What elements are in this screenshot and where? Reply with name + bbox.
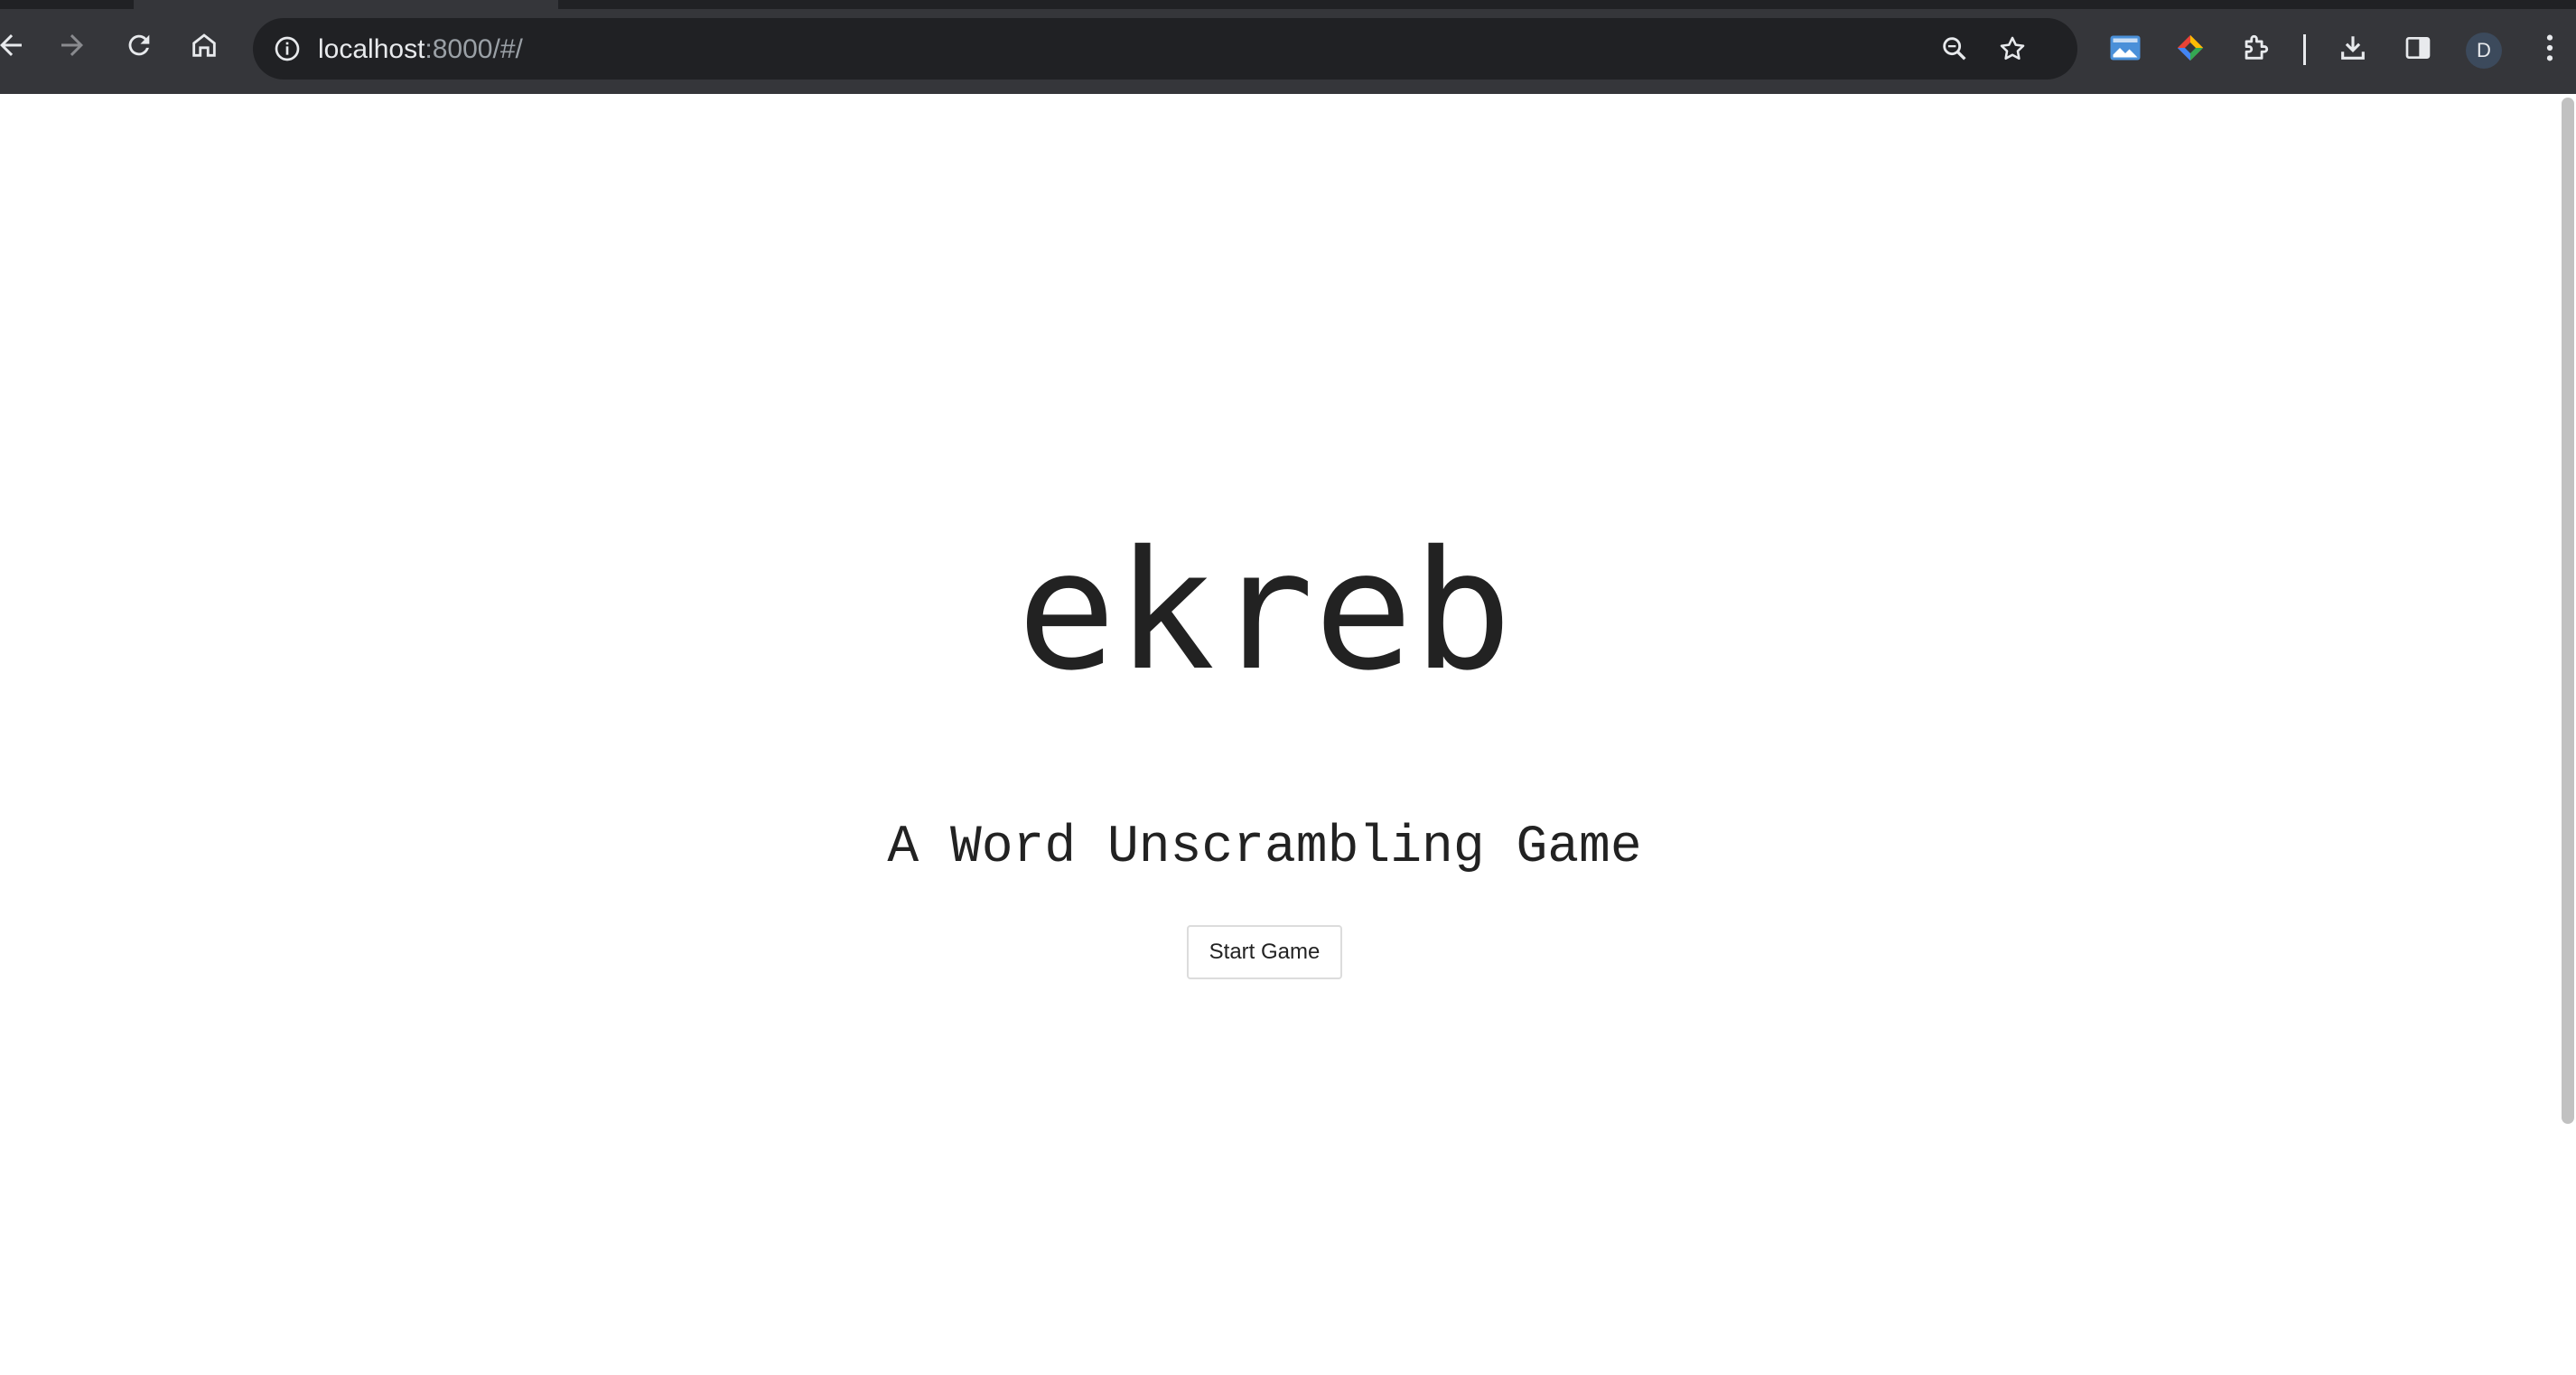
reload-icon[interactable] — [114, 20, 164, 70]
downloads-icon[interactable] — [2332, 27, 2374, 69]
browser-toolbar: localhost:8000/#/ D — [0, 0, 2576, 94]
url-host: localhost — [318, 34, 425, 64]
url-text[interactable]: localhost:8000/#/ — [318, 34, 523, 65]
start-game-button[interactable]: Start Game — [1187, 925, 1342, 979]
home-icon[interactable] — [179, 20, 229, 70]
site-info-icon[interactable] — [264, 25, 311, 72]
menu-dots-icon[interactable] — [2529, 27, 2571, 69]
address-bar[interactable]: localhost:8000/#/ — [253, 18, 2077, 80]
url-path: :8000/#/ — [425, 34, 523, 64]
game-subtitle: A Word Unscrambling Game — [887, 818, 1642, 877]
extension-color-icon[interactable] — [2170, 27, 2211, 69]
bookmark-star-icon[interactable] — [1991, 27, 2034, 70]
extensions-puzzle-icon[interactable] — [2235, 27, 2276, 69]
zoom-icon[interactable] — [1933, 27, 1976, 70]
back-icon[interactable] — [0, 20, 36, 70]
game-title: ekreb — [1017, 515, 1512, 706]
active-tab[interactable] — [134, 0, 558, 9]
extension-screenshot-icon[interactable] — [2105, 27, 2146, 69]
profile-avatar[interactable]: D — [2466, 33, 2502, 69]
forward-icon[interactable] — [47, 20, 98, 70]
toolbar-divider — [2303, 34, 2306, 65]
side-panel-icon[interactable] — [2397, 27, 2439, 69]
page-viewport: ekreb A Word Unscrambling Game Start Gam… — [0, 94, 2576, 1375]
page-scrollbar[interactable] — [2562, 98, 2574, 1124]
